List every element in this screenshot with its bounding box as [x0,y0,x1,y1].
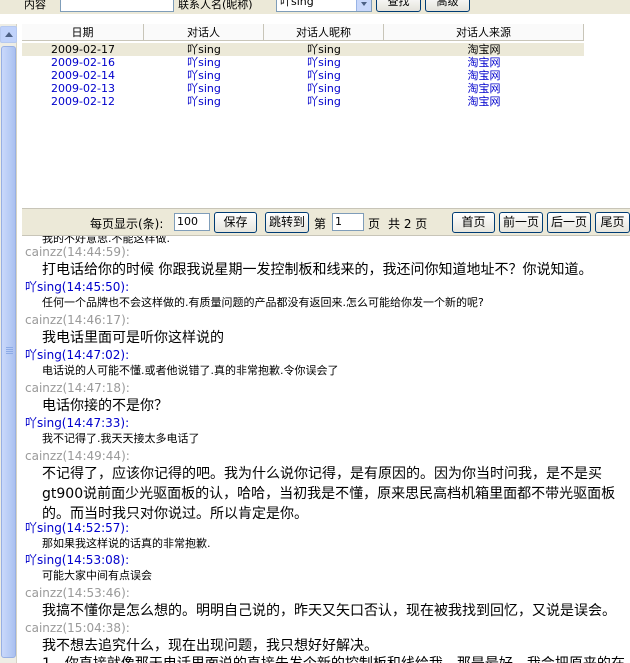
table-row[interactable]: 2009-02-14 吖sing 吖sing 淘宝网 [22,69,584,82]
page-suffix-label: 页 [368,217,381,231]
cell-date: 2009-02-17 [51,43,115,56]
message-text: 任何一个品牌也不会这样做的.有质量问题的产品都没有返回来.怎么可能给你发一个新的… [42,296,484,309]
save-button[interactable]: 保存 [214,212,257,233]
cell-person: 吖sing [187,56,221,69]
contact-select[interactable]: 吖sing [276,0,372,12]
vertical-scrollbar[interactable] [0,24,17,663]
message-text: 我不记得了.我天天接太多电话了 [42,432,200,445]
message-sender: cainzz(14:49:44): [25,449,130,463]
cell-person: 吖sing [187,69,221,82]
cell-source: 淘宝网 [467,95,501,108]
content-input[interactable] [60,0,174,12]
message-sender: 吖sing(14:47:02): [25,348,130,362]
per-page-label: 每页显示(条): [90,217,164,231]
message-sender: 吖sing(14:53:08): [25,553,130,567]
page-prefix-label: 第 [314,217,327,231]
column-header-source[interactable]: 对话人来源 [384,24,584,41]
cell-nickname: 吖sing [307,56,341,69]
content-label: 内容 [24,0,46,11]
cell-source: 淘宝网 [467,69,501,82]
message-text: 电话你接的不是你？ [42,398,168,414]
cell-person: 吖sing [187,43,221,56]
cell-person: 吖sing [187,82,221,95]
table-row[interactable]: 2009-02-17 吖sing 吖sing 淘宝网 [22,43,584,56]
advanced-button[interactable]: 高级 [425,0,470,12]
search-button[interactable]: 查找 [376,0,421,12]
message-sender: 吖sing(14:52:57): [25,521,130,535]
message-text: 我搞不懂你是怎么想的。明明自己说的，昨天又矢口否认，现在被我找到回忆，又说是误会… [42,603,616,619]
cell-date: 2009-02-14 [51,69,115,82]
chat-log: 我的不好意思.不能这样做. cainzz(14:44:59): 打电话给你的时候… [22,236,630,663]
message-sender: cainzz(14:47:18): [25,381,130,395]
cell-nickname: 吖sing [307,82,341,95]
message-sender: cainzz(14:46:17): [25,313,130,327]
cell-source: 淘宝网 [467,82,501,95]
contact-select-value: 吖sing [280,0,314,8]
message-text: 电话说的人可能不懂.或者他说错了.真的非常抱歉.令你误会了 [42,364,339,377]
grip-icon [6,347,13,355]
jump-button[interactable]: 跳转到 [265,212,309,233]
message-text: 我电话里面可是听你这样说的 [42,330,224,346]
column-header-date[interactable]: 日期 [22,24,144,41]
message-sender: 吖sing(14:47:33): [25,416,130,430]
scrollbar-thumb[interactable] [1,46,16,658]
cell-person: 吖sing [187,95,221,108]
page-number-input[interactable]: 1 [332,213,364,231]
table-row[interactable]: 2009-02-13 吖sing 吖sing 淘宝网 [22,82,584,95]
cell-date: 2009-02-12 [51,95,115,108]
scroll-up-icon[interactable] [0,26,17,43]
message-sender: cainzz(14:44:59): [25,245,130,259]
cell-nickname: 吖sing [307,69,341,82]
first-page-button[interactable]: 首页 [452,212,495,233]
total-pages-label: 共 2 页 [388,217,428,231]
message-text-partial: 1、你直接就像那天电话里面说的直接先发个新的控制板和线给我，那是最好，我会把原来… [42,654,625,663]
column-header-nickname[interactable]: 对话人昵称 [264,24,384,41]
record-grid: 日期 对话人 对话人昵称 对话人来源 2009-02-17 吖sing 吖sin… [22,24,630,208]
cell-nickname: 吖sing [307,43,341,56]
search-bar: 内容 联系人名(昵称) 吖sing 查找 高级 [0,0,630,14]
message-text: 我不想去追究什么，现在出现问题，我只想好好解决。 [42,638,378,654]
pager-bar: 每页显示(条): 100 保存 跳转到 第 1 页 共 2 页 首页 前一页 后… [22,208,630,236]
cell-date: 2009-02-16 [51,56,115,69]
per-page-input[interactable]: 100 [174,213,210,231]
cell-date: 2009-02-13 [51,82,115,95]
message-text: 那如果我这样说的话真的非常抱歉. [42,537,211,550]
last-page-button[interactable]: 尾页 [595,212,630,233]
table-row[interactable]: 2009-02-12 吖sing 吖sing 淘宝网 [22,95,584,108]
cell-source: 淘宝网 [467,43,501,56]
contact-label: 联系人名(昵称) [178,0,253,11]
message-text: 可能大家中间有点误会 [42,569,152,582]
message-sender: 吖sing(14:45:50): [25,280,130,294]
column-header-person[interactable]: 对话人 [144,24,264,41]
message-sender: cainzz(14:53:46): [25,586,130,600]
message-text: 打电话给你的时候 你跟我说星期一发控制板和线来的，我还问你知道地址不？你说知道。 [42,262,593,278]
grid-header: 日期 对话人 对话人昵称 对话人来源 [22,24,630,42]
next-page-button[interactable]: 后一页 [547,212,591,233]
table-row[interactable]: 2009-02-16 吖sing 吖sing 淘宝网 [22,56,584,69]
chevron-down-icon[interactable] [356,0,371,11]
message-text: 不记得了，应该你记得的吧。我为什么说你记得，是有原因的。因为你当时问我，是不是买… [42,466,616,522]
message-sender: cainzz(15:04:38): [25,621,130,635]
prev-page-button[interactable]: 前一页 [499,212,543,233]
cell-nickname: 吖sing [307,95,341,108]
cell-source: 淘宝网 [467,56,501,69]
